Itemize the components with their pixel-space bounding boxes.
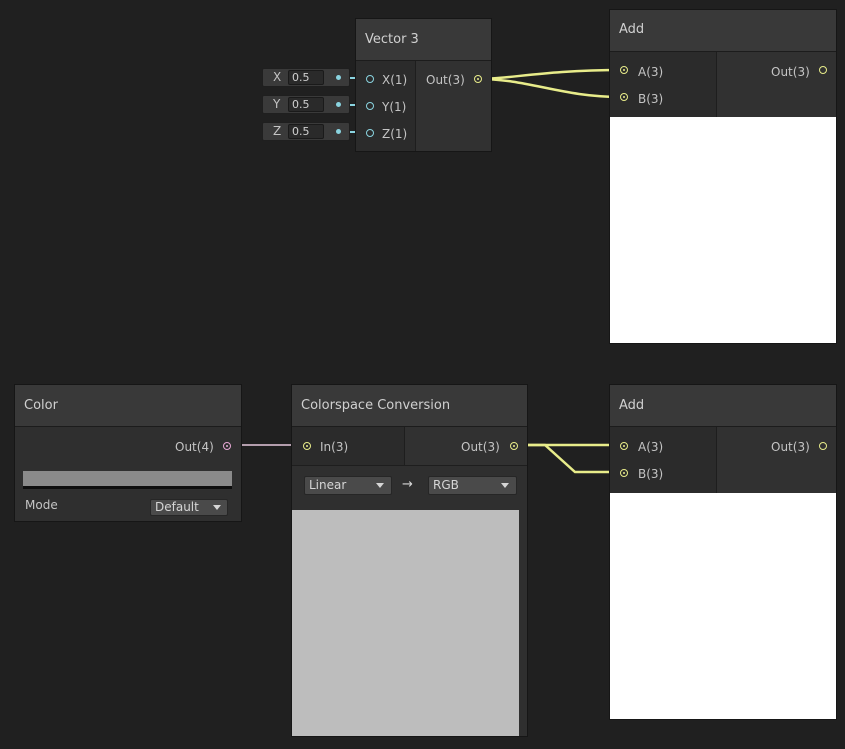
vector3-input-x-label: X(1) <box>382 73 408 87</box>
vector3-input-z-slot[interactable] <box>366 129 374 137</box>
add-top-input-b-label: B(3) <box>638 92 664 106</box>
colorspace-input-slot[interactable] <box>303 442 311 450</box>
add-node-top-title: Add <box>610 10 836 52</box>
colorspace-from-value: Linear <box>309 478 347 492</box>
vector3-input-y-slot[interactable] <box>366 102 374 110</box>
field-x-label: X <box>273 70 282 84</box>
colorspace-preview <box>292 510 519 736</box>
add-node-bottom[interactable]: Add A(3) B(3) Out(3) <box>609 384 837 720</box>
arrow-right-icon: → <box>402 477 413 492</box>
field-x-input[interactable]: 0.5 <box>288 70 324 85</box>
wire-colorspace-to-add-b <box>514 443 622 474</box>
field-z: Z 0.5 <box>262 122 350 141</box>
vector3-output-slot[interactable] <box>474 75 482 83</box>
field-x: X 0.5 <box>262 68 350 87</box>
add-bottom-output-slot[interactable] <box>819 442 827 450</box>
colorspace-node[interactable]: Colorspace Conversion In(3) Out(3) Linea… <box>291 384 528 737</box>
vector3-input-z-label: Z(1) <box>382 127 408 141</box>
colorspace-divider <box>404 427 405 465</box>
field-y-input[interactable]: 0.5 <box>288 97 324 112</box>
add-top-input-a-slot[interactable] <box>620 66 628 74</box>
add-top-preview <box>610 117 836 343</box>
add-bottom-input-b-slot[interactable] <box>620 469 628 477</box>
vector3-input-y-label: Y(1) <box>382 100 407 114</box>
field-x-dot <box>336 75 341 80</box>
add-top-output-slot[interactable] <box>819 66 827 74</box>
field-y: Y 0.5 <box>262 95 350 114</box>
colorspace-to-value: RGB <box>433 478 459 492</box>
color-mode-dropdown[interactable]: Default <box>150 499 228 516</box>
add-bottom-input-a-label: A(3) <box>638 440 664 454</box>
color-node-title: Color <box>15 385 241 427</box>
colorspace-to-dropdown[interactable]: RGB <box>428 476 517 495</box>
add-node-top[interactable]: Add A(3) B(3) Out(3) <box>609 9 837 344</box>
color-mode-label: Mode <box>25 498 58 512</box>
add-bottom-input-a-slot[interactable] <box>620 442 628 450</box>
chevron-down-icon <box>213 505 221 510</box>
add-top-input-b-slot[interactable] <box>620 93 628 101</box>
add-bottom-inputs <box>610 427 716 493</box>
wire-vector3-to-add-b <box>477 77 623 99</box>
vector3-divider <box>415 61 416 151</box>
add-top-output-label: Out(3) <box>771 65 810 79</box>
colorspace-output-label: Out(3) <box>461 440 500 454</box>
add-top-inputs <box>610 52 716 117</box>
color-mode-value: Default <box>155 500 199 514</box>
field-z-dot <box>336 129 341 134</box>
color-output-slot[interactable] <box>223 442 231 450</box>
chevron-down-icon <box>501 483 509 488</box>
add-top-divider <box>716 52 717 117</box>
add-bottom-preview <box>610 493 836 719</box>
add-bottom-input-b-label: B(3) <box>638 467 664 481</box>
color-swatch[interactable] <box>23 471 232 489</box>
add-bottom-output-label: Out(3) <box>771 440 810 454</box>
add-node-bottom-title: Add <box>610 385 836 427</box>
field-y-label: Y <box>273 97 281 111</box>
field-z-label: Z <box>273 124 282 138</box>
field-y-dot <box>336 102 341 107</box>
vector3-input-x-slot[interactable] <box>366 75 374 83</box>
add-bottom-outputs <box>716 427 836 493</box>
color-node[interactable]: Color Out(4) Mode Default <box>14 384 242 522</box>
add-top-outputs <box>716 52 836 117</box>
add-bottom-divider <box>716 427 717 493</box>
wire-vector3-to-add-a <box>477 68 623 81</box>
chevron-down-icon <box>376 483 384 488</box>
vector3-node-title: Vector 3 <box>356 19 491 61</box>
colorspace-from-dropdown[interactable]: Linear <box>304 476 392 495</box>
field-z-input[interactable]: 0.5 <box>288 124 324 139</box>
color-output-label: Out(4) <box>175 440 214 454</box>
vector3-output-label: Out(3) <box>426 73 465 87</box>
colorspace-output-slot[interactable] <box>510 442 518 450</box>
vector3-node[interactable]: Vector 3 X(1) Y(1) Z(1) Out(3) <box>355 18 492 152</box>
colorspace-node-title: Colorspace Conversion <box>292 385 527 427</box>
add-top-input-a-label: A(3) <box>638 65 664 79</box>
colorspace-input-label: In(3) <box>320 440 349 454</box>
